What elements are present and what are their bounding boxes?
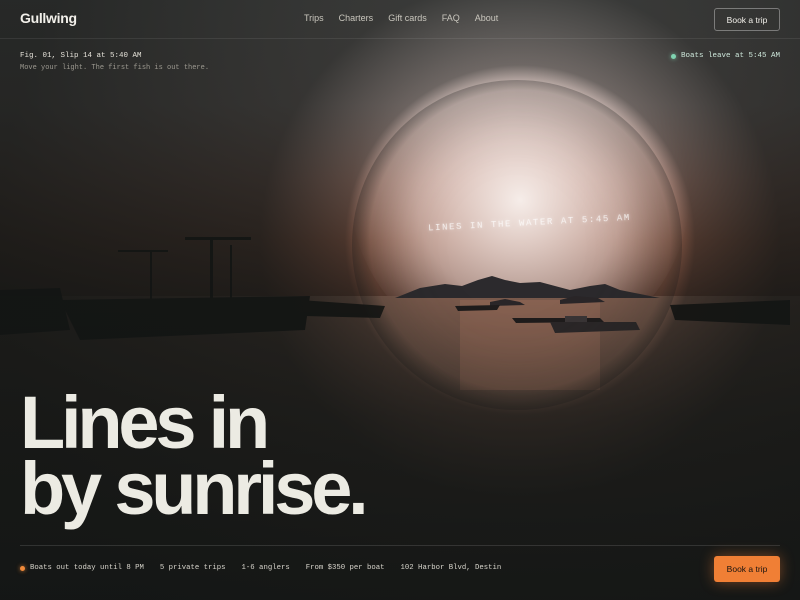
headline-line-2: by sunrise. [20,447,369,530]
stat-boats-out: Boats out today until 8 PM [20,564,144,572]
figure-caption: Fig. 01, Slip 14 at 5:40 AM [20,52,142,60]
boats-status: Boats leave at 5:45 AM [670,52,780,60]
logo[interactable]: Gullwing [20,10,77,26]
stat-price: From $350 per boat [305,564,385,572]
top-nav: Gullwing Trips Charters Gift cards FAQ A… [0,0,800,39]
bottom-divider [20,545,780,546]
live-dot-icon [20,565,25,571]
page: LINES IN THE WATER AT 5:45 AM Gullwing T… [0,0,800,600]
status-dot-icon [670,53,676,59]
nav-links: Trips Charters Gift cards FAQ About [304,13,498,23]
nav-link-faq[interactable]: FAQ [442,13,460,23]
boats-status-text: Boats leave at 5:45 AM [680,52,780,60]
hero-headline: Lines in by sunrise. [20,386,369,526]
stat-private-trips: 5 private trips [159,564,226,572]
trip-stats-bar: Boats out today until 8 PM 5 private tri… [20,564,501,572]
bottom-book-trip-button[interactable]: Book a trip [714,556,780,582]
stat-anglers: 1-6 anglers [241,564,290,572]
nav-link-gift-cards[interactable]: Gift cards [388,13,427,23]
nav-link-about[interactable]: About [475,13,499,23]
stat-boats-out-text: Boats out today until 8 PM [30,564,144,572]
figure-subcaption: Move your light. The first fish is out t… [20,64,210,72]
nav-link-charters[interactable]: Charters [339,13,374,23]
nav-book-trip-button[interactable]: Book a trip [714,8,780,31]
stat-address: 102 Harbor Blvd, Destin [400,564,502,572]
nav-link-trips[interactable]: Trips [304,13,324,23]
